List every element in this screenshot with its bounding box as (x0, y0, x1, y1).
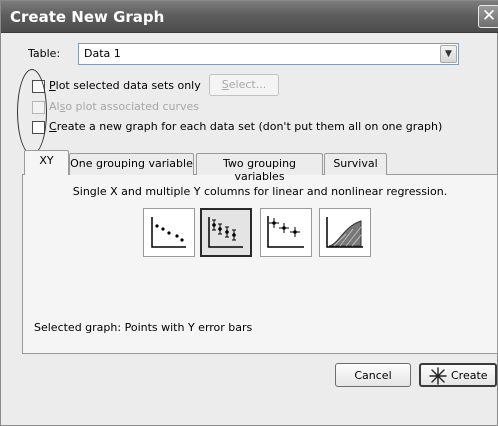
plot-selected-label[interactable]: Plot selected data sets only (49, 79, 201, 92)
tab-xy[interactable]: XY (24, 150, 69, 175)
close-icon: ✕ (481, 6, 497, 26)
window-title: Create New Graph (10, 8, 165, 26)
also-plot-curves-label[interactable]: Also plot associated curves (49, 100, 199, 113)
graph-type-points-xy-error-bars[interactable] (260, 208, 312, 257)
select-button[interactable]: Select... (209, 74, 279, 96)
table-select-value: Data 1 (84, 47, 121, 60)
new-graph-each-label[interactable]: Create a new graph for each data set (do… (49, 120, 442, 133)
selected-graph-value: Points with Y error bars (124, 321, 253, 334)
selected-graph-label: Selected graph: Points with Y error bars (34, 321, 253, 334)
title-bar[interactable]: Create New Graph ✕ (1, 1, 498, 33)
table-label: Table: (28, 47, 61, 60)
points-icon (151, 217, 186, 248)
tab-two-grouping-variables[interactable]: Two grouping variables (196, 153, 323, 183)
area-fill-icon (326, 217, 363, 248)
points-with-error-bars-icon (208, 217, 243, 248)
highlight-annotation (17, 69, 47, 155)
close-button[interactable]: ✕ (478, 5, 498, 28)
tab-survival[interactable]: Survival (324, 153, 387, 175)
tab-description: Single X and multiple Y columns for line… (72, 185, 448, 198)
graph-wizard-icon (429, 367, 447, 385)
cancel-button[interactable]: Cancel (335, 363, 411, 387)
graph-type-points-y-error-bars[interactable] (200, 208, 252, 257)
chevron-down-icon[interactable]: ▼ (440, 45, 457, 63)
graph-type-points[interactable] (143, 208, 195, 257)
create-button[interactable]: Create (419, 363, 497, 387)
points-with-xy-error-bars-icon (267, 216, 304, 248)
graph-type-area-fill[interactable] (319, 208, 371, 257)
tab-one-grouping-variable[interactable]: One grouping variable (69, 153, 194, 175)
table-select[interactable]: Data 1 ▼ (78, 43, 459, 65)
create-new-graph-dialog: Create New Graph ✕ Table: Data 1 ▼ Plot … (0, 0, 498, 426)
